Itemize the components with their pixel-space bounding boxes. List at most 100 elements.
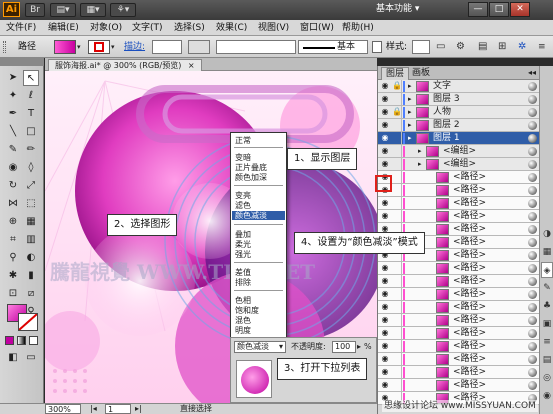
menu-type[interactable]: 文字(T) [128,21,167,35]
eye-icon[interactable]: ◉ [380,380,390,390]
blend-option[interactable]: 强光 [235,250,251,259]
expand-arrow-icon[interactable]: ▸ [408,132,412,144]
lock-icon[interactable] [392,132,402,144]
eye-icon[interactable]: ◉ [380,276,390,286]
next-page-icon[interactable]: ▸| [135,404,142,414]
gradient-mode-icon[interactable] [17,336,26,345]
layer-path-row[interactable]: ◉<路径> [378,327,540,340]
blend-mode-dropdown-list[interactable]: 正常 变暗 正片叠底 颜色加深 变亮 滤色 颜色减淡 叠加 柔光 强光 差值 排… [230,132,287,339]
target-circle-icon[interactable] [528,121,537,130]
variable-width-dropdown[interactable] [188,40,210,54]
menu-edit[interactable]: 编辑(E) [44,21,83,35]
target-circle-icon[interactable] [528,186,537,195]
stroke-label[interactable]: 描边: [124,40,145,54]
blend-option[interactable]: 色相 [235,296,251,305]
lock-icon[interactable] [392,314,402,326]
target-circle-icon[interactable] [528,134,537,143]
draw-normal-icon[interactable]: ◧ [5,350,21,366]
menu-file[interactable]: 文件(F) [2,21,40,35]
eye-icon[interactable]: ◉ [380,263,390,273]
lock-icon[interactable]: 🔒 [392,80,402,92]
eye-icon[interactable]: ◉ [380,133,390,143]
chevron-down-icon[interactable]: ▾ [77,40,85,54]
symbols-panel-icon[interactable]: ♣ [541,298,553,314]
workspace-switcher[interactable]: 基本功能 ▾ [376,2,446,17]
layer-path-row[interactable]: ◉<路径> [378,210,540,223]
maximize-button[interactable]: □ [489,2,509,17]
menu-window[interactable]: 窗口(W) [296,21,338,35]
lock-icon[interactable] [392,145,402,157]
menu-help[interactable]: 帮助(H) [338,21,378,35]
minimize-button[interactable]: — [468,2,488,17]
screen-mode-icon[interactable]: ▭ [23,350,39,366]
eye-icon[interactable]: ◉ [380,289,390,299]
opacity-stepper-icon[interactable]: ▸ [357,341,361,353]
stroke-color-box[interactable] [18,313,38,331]
layer-row[interactable]: ◉ 🔒 ▸ 人物 [378,106,540,119]
document-setup-icon[interactable]: ▭ [436,40,450,54]
pen-tool-icon[interactable]: ✒ [5,106,21,122]
scale-tool-icon[interactable]: ⤢ [23,178,39,194]
width-tool-icon[interactable]: ⋈ [5,196,21,212]
layer-path-row[interactable]: ◉<路径> [378,301,540,314]
tab-close-icon[interactable]: × [188,61,195,70]
target-circle-icon[interactable] [528,199,537,208]
appearance-panel-icon[interactable]: ◉ [541,388,553,404]
blend-option[interactable]: 变亮 [235,191,251,200]
chevron-down-icon[interactable]: ▾ [111,40,119,54]
layer-path-row[interactable]: ◉<路径> [378,288,540,301]
color-panel-icon[interactable]: ◑ [541,226,553,242]
lock-icon[interactable] [392,366,402,378]
eye-icon[interactable]: ◉ [380,198,390,208]
eye-icon[interactable]: ◉ [380,211,390,221]
line-tool-icon[interactable]: ╲ [5,124,21,140]
eye-icon[interactable]: ◉ [380,354,390,364]
stroke-color-swatch[interactable] [88,40,110,54]
eye-icon[interactable]: ◉ [380,302,390,312]
swatches-panel-icon[interactable]: ▦ [541,244,553,260]
layer-row[interactable]: ◉ ▸ 图层 1 [378,132,540,145]
target-circle-icon[interactable] [528,264,537,273]
first-page-icon[interactable]: |◂ [90,404,97,414]
layer-group-row[interactable]: ◉ ▸ <编组> [378,145,540,158]
brushes-panel-icon[interactable]: ✎ [541,280,553,296]
lock-icon[interactable] [392,340,402,352]
brush-definition-dropdown[interactable] [216,40,296,54]
menu-view[interactable]: 视图(V) [254,21,293,35]
target-circle-icon[interactable] [528,316,537,325]
target-circle-icon[interactable] [528,225,537,234]
lock-icon[interactable] [392,275,402,287]
symbol-button[interactable]: ⚘▾ [110,3,136,17]
type-tool-icon[interactable]: T [23,106,39,122]
lock-icon[interactable] [392,184,402,196]
eye-icon[interactable]: ◉ [380,328,390,338]
align-icon[interactable]: ▤ [478,40,492,54]
lock-icon[interactable] [392,119,402,131]
object-thumbnail[interactable] [236,360,272,398]
target-circle-icon[interactable] [528,147,537,156]
blend-option[interactable]: 差值 [235,268,251,277]
blend-option[interactable]: 变暗 [235,153,251,162]
layer-path-row[interactable]: ◉<路径> [378,171,540,184]
blend-option[interactable]: 叠加 [235,230,251,239]
layer-row[interactable]: ◉ ▸ 图层 2 [378,119,540,132]
lock-icon[interactable] [392,262,402,274]
menu-effect[interactable]: 效果(C) [212,21,251,35]
layer-path-row[interactable]: ◉<路径> [378,366,540,379]
opacity-icon[interactable] [372,41,382,53]
blend-option[interactable]: 滤色 [235,201,251,210]
expand-arrow-icon[interactable]: ▸ [418,158,422,170]
expand-arrow-icon[interactable]: ▸ [408,80,412,92]
target-circle-icon[interactable] [528,342,537,351]
gradient-tool-icon[interactable]: ▥ [23,232,39,248]
layer-path-row[interactable]: ◉<路径> [378,275,540,288]
target-circle-icon[interactable] [528,108,537,117]
eye-icon[interactable]: ◉ [380,159,390,169]
lock-icon[interactable] [392,93,402,105]
target-circle-icon[interactable] [528,368,537,377]
layer-path-row[interactable]: ◉<路径> [378,340,540,353]
eye-icon[interactable]: ◉ [380,367,390,377]
blend-option[interactable]: 正片叠底 [235,163,267,172]
eye-icon[interactable]: ◉ [380,94,390,104]
close-button[interactable]: ✕ [510,2,530,17]
